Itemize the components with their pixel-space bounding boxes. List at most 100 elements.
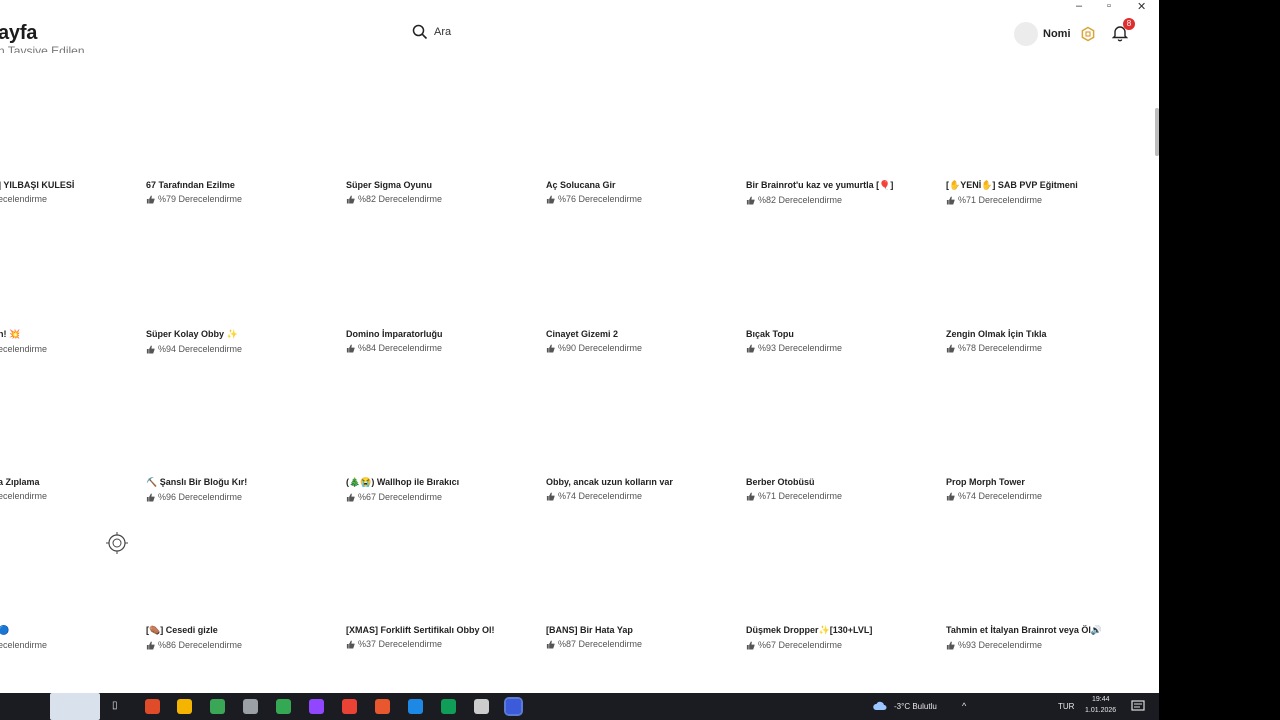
weather-text[interactable]: -3°C Bulutlu [894,702,937,711]
game-title: Süper Sigma Oyunu [346,180,433,190]
game-rating: %90 Derecelendirme [546,343,741,353]
taskbar-app-icon[interactable] [474,699,489,714]
search-icon [412,24,428,40]
game-rating: %93 Derecelendirme [946,640,1141,650]
game-rating: %78 Derecelendirme [946,343,1141,353]
thumbs-up-icon [946,195,955,205]
taskbar-app-icon[interactable] [243,699,258,714]
game-rating: %67 Derecelendirme [346,492,541,502]
username[interactable]: Nomi [1043,28,1071,40]
close-button[interactable]: ✕ [1137,0,1146,13]
thumbs-up-icon [346,492,355,502]
taskbar-app-icon[interactable] [441,699,456,714]
taskbar-app-icon[interactable] [210,699,225,714]
robux-icon[interactable] [1080,26,1096,47]
game-card[interactable]: Tahmin et İtalyan Brainrot veya Öl🔊 %93 D… [946,625,1141,650]
taskbar-app-icon[interactable] [375,699,390,714]
game-rating: %74 Derecelendirme [546,491,741,501]
game-title: Berber Otobüsü [746,477,815,487]
taskbar: ▯ -3°C Bulutlu ^ TUR 19:44 1.01.2026 [0,693,1159,720]
rating-text: ecelendirme [0,491,48,501]
game-title: Domino İmparatorluğu [346,329,443,339]
game-title: [⚰️] Cesedi gizle [146,625,218,635]
page-title: ayfa [0,22,38,44]
thumbs-up-icon [146,194,155,204]
game-card[interactable]: Bıçak Topu %93 Derecelendirme [746,329,941,353]
game-rating: %94 Derecelendirme [146,344,341,354]
game-rating: %96 Derecelendirme [146,492,341,502]
taskbar-app-icon[interactable] [309,699,324,714]
game-card[interactable]: Berber Otobüsü %71 Derecelendirme [746,477,941,501]
game-card[interactable]: [✋YENİ✋] SAB PVP Eğitmeni %71 Derecelendi… [946,180,1141,205]
taskbar-app-icon[interactable] [177,699,192,714]
rating-text: %86 Derecelendirme [158,640,243,650]
rating-text: %79 Derecelendirme [158,194,243,204]
game-card[interactable]: ⛏️ Şanslı Bir Bloğu Kır! %96 Derecelendir… [146,477,341,502]
thumbs-up-icon [546,491,555,501]
thumbs-up-icon [546,194,555,204]
game-card[interactable]: Aç Solucana Gir %76 Derecelendirme [546,180,741,204]
rating-text: %93 Derecelendirme [958,640,1043,650]
game-card[interactable]: Domino İmparatorluğu %84 Derecelendirme [346,329,541,353]
thumbs-up-icon [746,343,755,353]
game-title: Tahmin et İtalyan Brainrot veya Öl🔊 [946,625,1103,635]
section-subtitle: n Tavsiye Edilen [0,44,85,53]
rating-text: %74 Derecelendirme [958,491,1043,501]
tray-chevron-icon[interactable]: ^ [962,701,966,711]
search-placeholder: Ara [434,26,452,38]
thumbs-up-icon [146,640,155,650]
game-rating: %84 Derecelendirme [346,343,541,353]
game-card[interactable]: Süper Kolay Obby ✨ %94 Derecelendirme [146,329,341,354]
taskbar-app-icon[interactable] [408,699,423,714]
rating-text: %87 Derecelendirme [558,639,643,649]
rating-text: %90 Derecelendirme [558,343,643,353]
game-card[interactable]: (🎄😭) Wallhop ile Bırakıcı %67 Derecelendi… [346,477,541,502]
action-center-icon[interactable] [1131,700,1145,713]
rating-text: %67 Derecelendirme [758,640,843,650]
clock-date[interactable]: 1.01.2026 [1085,707,1116,714]
game-rating: %93 Derecelendirme [746,343,941,353]
game-card[interactable]: [XMAS] Forklift Sertifikalı Obby Ol! %37 … [346,625,541,649]
game-card[interactable]: Cinayet Gizemi 2 %90 Derecelendirme [546,329,741,353]
game-card[interactable]: Zengin Olmak İçin Tıkla %78 Derecelendirm… [946,329,1141,353]
game-rating: %86 Derecelendirme [146,640,341,650]
clock-time[interactable]: 19:44 [1092,696,1110,703]
game-title: Aç Solucana Gir [546,180,616,190]
task-view-icon[interactable]: ▯ [112,700,118,711]
game-card[interactable]: 67 Tarafından Ezilme %79 Derecelendirme [146,180,341,204]
language-indicator[interactable]: TUR [1058,702,1074,711]
game-card[interactable]: Bir Brainrot'u kaz ve yumurtla [🎈] %82 De… [746,180,941,205]
thumbs-up-icon [746,195,755,205]
rating-text: %93 Derecelendirme [758,343,843,353]
thumbs-up-icon [946,491,955,501]
rating-text: ecelendirme [0,344,48,354]
game-card[interactable]: [⚰️] Cesedi gizle %86 Derecelendirme [146,625,341,650]
rating-text: %82 Derecelendirme [358,194,443,204]
taskbar-app-icon[interactable] [276,699,291,714]
game-title: [✋YENİ✋] SAB PVP Eğitmeni [946,180,1078,190]
game-title: Zengin Olmak İçin Tıkla [946,329,1047,339]
taskbar-app-icon[interactable] [504,697,523,716]
taskbar-app-icon[interactable] [145,699,160,714]
rating-text: %71 Derecelendirme [958,195,1043,205]
rating-text: %82 Derecelendirme [758,195,843,205]
thumbs-up-icon [946,343,955,353]
game-card[interactable]: Düşmek Dropper✨[130+LVL] %67 Derecelendir… [746,625,941,650]
restore-button[interactable]: ▫ [1107,0,1111,12]
game-card[interactable]: [BANS] Bir Hata Yap %87 Derecelendirme [546,625,741,649]
game-card[interactable]: Süper Sigma Oyunu %82 Derecelendirme [346,180,541,204]
avatar[interactable] [1014,22,1038,46]
thumbs-up-icon [946,640,955,650]
thumbs-up-icon [346,639,355,649]
taskbar-widget[interactable] [50,693,100,720]
search-bar[interactable]: Ara [412,24,451,40]
thumbs-up-icon [746,640,755,650]
minimize-button[interactable]: – [1076,0,1082,12]
game-card[interactable]: Obby, ancak uzun kolların var %74 Derecel… [546,477,741,501]
rating-text: %37 Derecelendirme [358,639,443,649]
game-rating: %74 Derecelendirme [946,491,1141,501]
game-title: Düşmek Dropper✨[130+LVL] [746,625,873,635]
game-title: (🎄😭) Wallhop ile Bırakıcı [346,477,460,487]
taskbar-app-icon[interactable] [342,699,357,714]
game-card[interactable]: Prop Morph Tower %74 Derecelendirme [946,477,1141,501]
